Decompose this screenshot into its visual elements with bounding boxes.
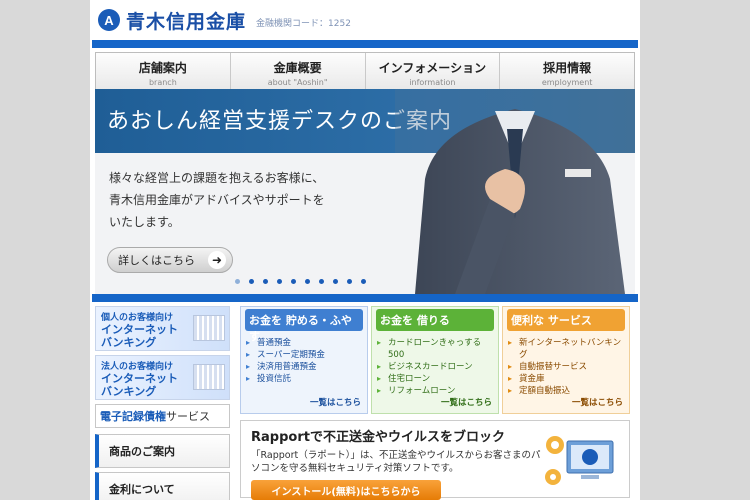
list-item[interactable]: 自動振替サービス (507, 361, 625, 373)
list-item[interactable]: 投資信託 (245, 373, 363, 385)
global-nav: 店舗案内 branch 金庫概要 about "Aoshin" インフォメーショ… (95, 52, 635, 94)
nav-employment[interactable]: 採用情報 employment (500, 53, 634, 93)
page: A 青木信用金庫 金融機関コード：1252 店舗案内 branch 金庫概要 a… (90, 0, 640, 500)
card-loans[interactable]: お金を 借りる カードローンきゃっする500 ビジネスカードローン 住宅ローン … (371, 306, 499, 414)
nav-sublabel: employment (541, 78, 593, 87)
card-list: 普通預金 スーパー定期預金 決済用普通預金 投資信託 (245, 337, 363, 385)
nav-about[interactable]: 金庫概要 about "Aoshin" (231, 53, 366, 93)
hero-carousel[interactable]: あおしん経営支援デスクのご案内 様々な経営上の課題を抱えるお客様に、 青木信用金… (95, 89, 635, 294)
keyboard-icon (193, 315, 225, 341)
carousel-dot[interactable] (304, 279, 310, 284)
denshi-rest: サービス (166, 410, 210, 423)
carousel-dot[interactable] (332, 279, 338, 284)
nav-label: 採用情報 (543, 61, 592, 75)
nav-information[interactable]: インフォメーション information (366, 53, 501, 93)
card-heading: お金を 貯める・ふやす (245, 309, 363, 343)
card-more-link[interactable]: 一覧はこちら (310, 396, 361, 408)
sidebar: 個人のお客様向け インターネット バンキング 法人のお客様向け インターネット … (95, 306, 230, 500)
carousel-dot[interactable] (360, 279, 366, 284)
list-item[interactable]: 住宅ローン (376, 373, 494, 385)
list-item[interactable]: ビジネスカードローン (376, 361, 494, 373)
header-divider (92, 40, 638, 48)
bank-logo-icon[interactable]: A (98, 9, 120, 31)
arrow-right-icon: ➜ (208, 251, 226, 269)
security-computer-icon (545, 436, 614, 485)
service-cards: お金を 貯める・ふやす 普通預金 スーパー定期預金 決済用普通預金 投資信託 一… (240, 306, 630, 414)
hero-description: 様々な経営上の課題を抱えるお客様に、 青木信用金庫がアドバイスやサポートを いた… (109, 167, 379, 233)
keyboard-icon (193, 364, 225, 390)
bank-code: 金融機関コード：1252 (256, 18, 351, 29)
list-item[interactable]: 貸金庫 (507, 373, 625, 385)
hero-detail-label: 詳しくはこちら (118, 254, 195, 267)
section-divider (92, 294, 638, 302)
denshi-saiken-banner[interactable]: 電子記録債権 サービス (95, 404, 230, 428)
install-button[interactable]: インストール(無料)はこちらから (251, 480, 441, 500)
personal-banking-banner[interactable]: 個人のお客様向け インターネット バンキング (95, 306, 230, 351)
hero-line: いたします。 (109, 215, 180, 229)
businessman-image (395, 89, 635, 294)
card-more-link[interactable]: 一覧はこちら (441, 396, 492, 408)
site-header: A 青木信用金庫 金融機関コード：1252 (90, 0, 640, 40)
promo-body: 「Rapport（ラポート）」は、不正送金やウイルスからお客さまのパソコンを守る… (251, 450, 541, 474)
nav-sublabel: information (409, 78, 456, 87)
carousel-dot[interactable] (248, 279, 254, 284)
list-item[interactable]: 決済用普通預金 (245, 361, 363, 373)
list-item[interactable]: 新インターネットバンキング (507, 337, 625, 361)
menu-products[interactable]: 商品のご案内 (95, 434, 230, 468)
carousel-dot[interactable] (346, 279, 352, 284)
card-heading: お金を 借りる (376, 309, 494, 331)
nav-label: 金庫概要 (273, 61, 322, 75)
hero-line: 様々な経営上の課題を抱えるお客様に、 (109, 171, 325, 185)
logo-letter: A (104, 12, 114, 28)
card-list: 新インターネットバンキング 自動振替サービス 貸金庫 定額自動振込 (507, 337, 625, 397)
nav-label: インフォメーション (378, 61, 487, 75)
carousel-dots (95, 279, 505, 284)
nav-label: 店舗案内 (138, 61, 187, 75)
card-list: カードローンきゃっする500 ビジネスカードローン 住宅ローン リフォームローン (376, 337, 494, 397)
card-services[interactable]: 便利な サービス 新インターネットバンキング 自動振替サービス 貸金庫 定額自動… (502, 306, 630, 414)
nav-sublabel: branch (148, 78, 177, 87)
card-more-link[interactable]: 一覧はこちら (572, 396, 623, 408)
carousel-dot[interactable] (262, 279, 268, 284)
carousel-dot[interactable] (318, 279, 324, 284)
nav-sublabel: about "Aoshin" (267, 78, 328, 87)
card-heading: 便利な サービス (507, 309, 625, 331)
carousel-dot[interactable] (276, 279, 282, 284)
list-item[interactable]: スーパー定期預金 (245, 349, 363, 361)
hero-line: 青木信用金庫がアドバイスやサポートを (109, 193, 325, 207)
carousel-dot[interactable] (234, 279, 240, 284)
nav-branch[interactable]: 店舗案内 branch (96, 53, 231, 93)
bank-name[interactable]: 青木信用金庫 (126, 7, 246, 34)
denshi-highlight: 電子記録債権 (100, 410, 166, 423)
rapport-promo: Rapportで不正送金やウイルスをブロック 「Rapport（ラポート）」は、… (240, 420, 630, 500)
menu-interest-rates[interactable]: 金利について (95, 472, 230, 500)
list-item[interactable]: カードローンきゃっする500 (376, 337, 494, 361)
corporate-banking-banner[interactable]: 法人のお客様向け インターネット バンキング (95, 355, 230, 400)
list-item[interactable]: 普通預金 (245, 337, 363, 349)
carousel-dot[interactable] (290, 279, 296, 284)
card-savings[interactable]: お金を 貯める・ふやす 普通預金 スーパー定期預金 決済用普通預金 投資信託 一… (240, 306, 368, 414)
hero-detail-button[interactable]: 詳しくはこちら ➜ (107, 247, 233, 273)
